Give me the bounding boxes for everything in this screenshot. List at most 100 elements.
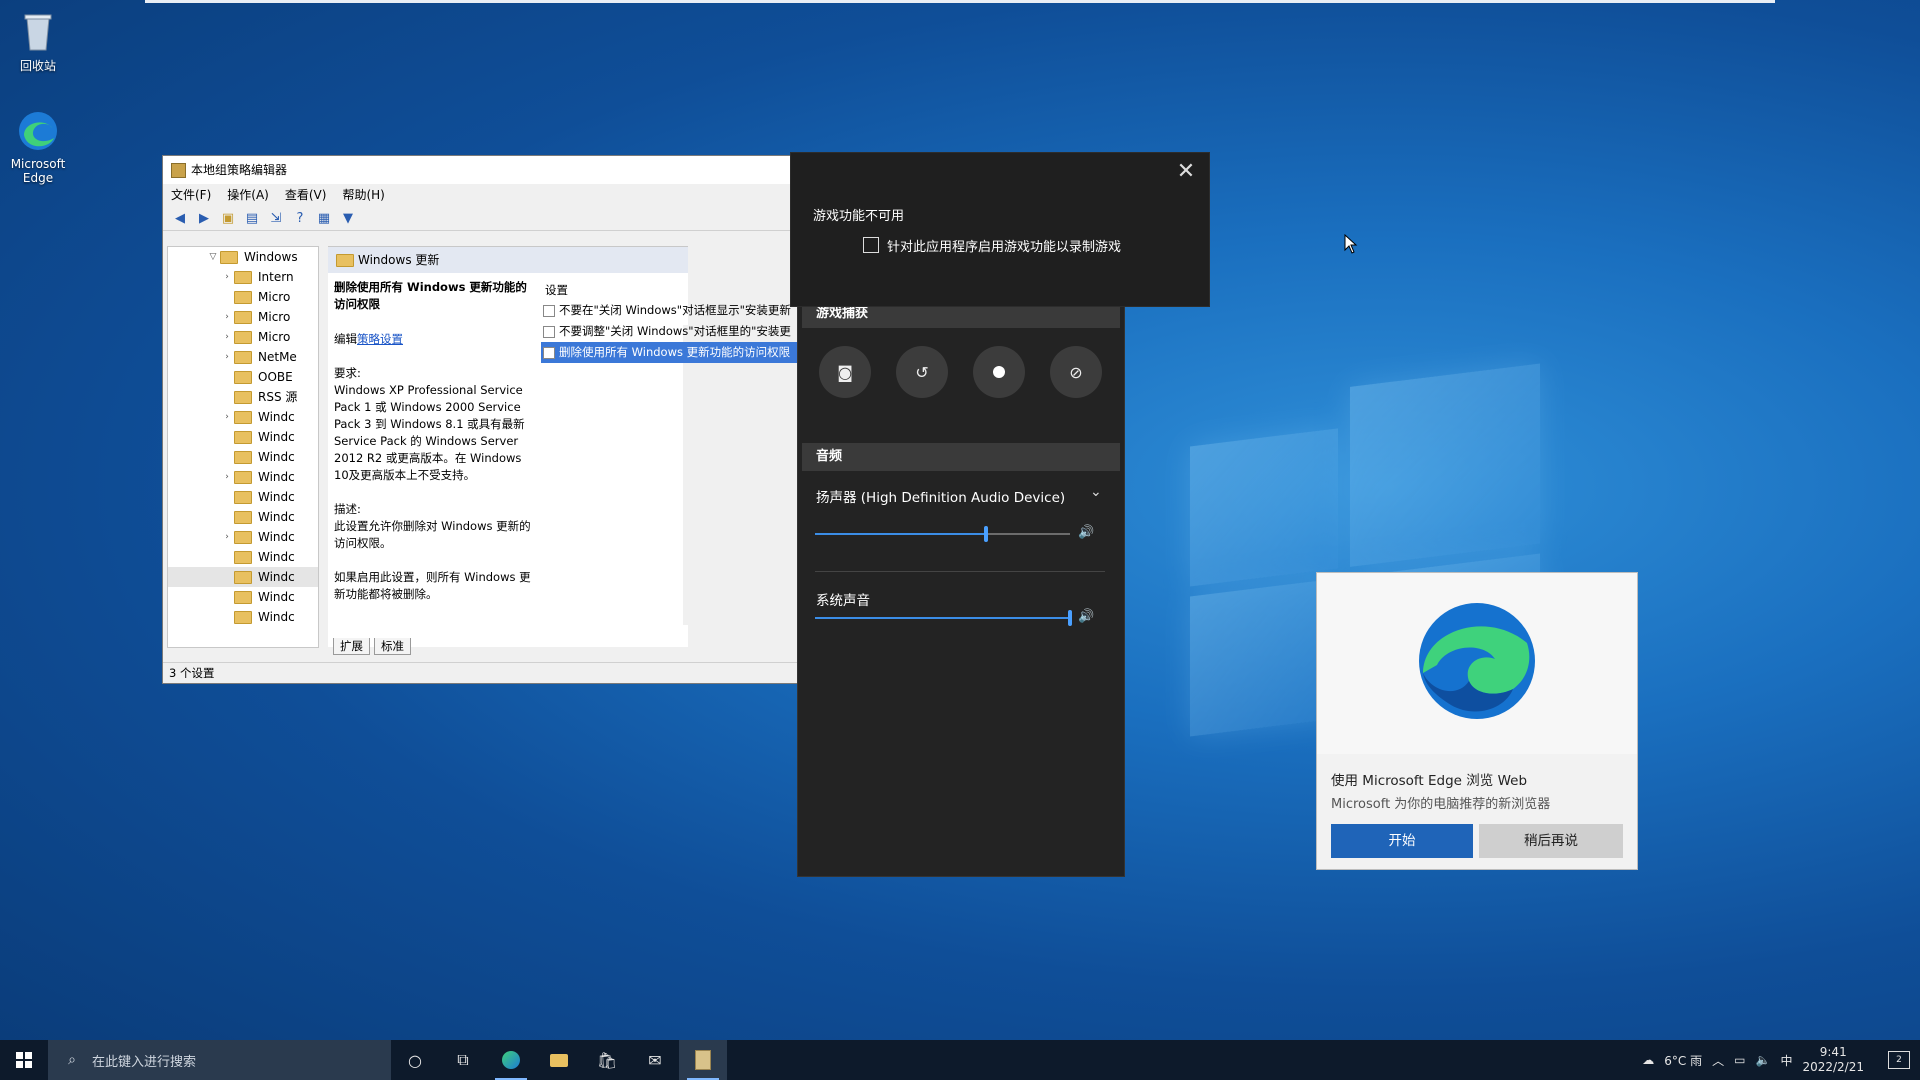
slider-thumb[interactable] [1068, 610, 1072, 626]
desc-scrollbar[interactable] [683, 325, 697, 625]
tree-item[interactable]: Windc [168, 587, 318, 607]
speaker-icon[interactable]: 🔊 [1078, 525, 1094, 540]
tree-item[interactable]: › NetMe [168, 347, 318, 367]
system-sounds-label: 系统声音 [816, 593, 870, 609]
desktop-icon-edge[interactable]: Microsoft Edge [0, 108, 78, 185]
slider-thumb[interactable] [984, 526, 988, 542]
start-button[interactable]: 开始 [1331, 824, 1473, 858]
system-volume-slider[interactable] [815, 610, 1072, 626]
tree-item[interactable]: › Windc [168, 407, 318, 427]
requirements-text: Windows XP Professional Service Pack 1 或… [334, 383, 525, 482]
taskbar-search[interactable]: ⌕ 在此键入进行搜索 [48, 1040, 391, 1080]
weather-icon[interactable]: ☁ [1642, 1053, 1654, 1067]
tree-item-selected[interactable]: Windc [168, 567, 318, 587]
later-button[interactable]: 稍后再说 [1479, 824, 1623, 858]
store-icon[interactable]: 🛍 [583, 1040, 631, 1080]
enable-gaming-checkbox[interactable] [863, 237, 879, 253]
notification-count: 2 [1896, 1055, 1902, 1065]
task-view-icon[interactable]: ⧉ [439, 1040, 487, 1080]
tree-item[interactable]: Windc [168, 607, 318, 627]
tree-item[interactable]: › Micro [168, 327, 318, 347]
setting-row[interactable]: 不要在"关闭 Windows"对话框显示"安装更新 [541, 300, 803, 321]
system-speaker-icon[interactable]: 🔊 [1078, 609, 1094, 624]
tree-item[interactable]: Windc [168, 487, 318, 507]
setting-row[interactable]: 不要调整"关闭 Windows"对话框里的"安装更 [541, 321, 803, 342]
speaker-volume-slider[interactable] [815, 526, 1070, 542]
menu-help[interactable]: 帮助(H) [342, 184, 384, 206]
audio-device-label: 扬声器 (High Definition Audio Device) [816, 490, 1066, 506]
window-title: 本地组策略编辑器 [191, 163, 288, 177]
slider-fill [815, 533, 986, 535]
edge-logo-area [1317, 573, 1637, 754]
filter-icon[interactable]: ▼ [339, 210, 357, 226]
tree-item[interactable]: ▽ Windows [168, 247, 318, 267]
tree-item[interactable]: › Windc [168, 467, 318, 487]
show-hide-tree-icon[interactable]: ▤ [243, 210, 261, 226]
file-explorer-icon[interactable] [535, 1040, 583, 1080]
description-text: 此设置允许你删除对 Windows 更新的访问权限。 [334, 519, 531, 550]
forward-icon[interactable]: ▶ [195, 210, 213, 226]
tree-item[interactable]: Windc [168, 427, 318, 447]
tree-item[interactable]: › Windc [168, 527, 318, 547]
popup-title: 游戏功能不可用 [813, 209, 905, 224]
tree-item[interactable]: › Micro [168, 307, 318, 327]
menu-file[interactable]: 文件(F) [171, 184, 211, 206]
tree-item[interactable]: RSS 源 [168, 387, 318, 407]
window-titlebar[interactable]: 本地组策略编辑器 [163, 156, 803, 184]
edge-taskbar-icon[interactable] [487, 1040, 535, 1080]
up-folder-icon[interactable]: ▣ [219, 210, 237, 226]
start-button[interactable] [0, 1040, 48, 1080]
close-icon[interactable]: ✕ [1171, 157, 1201, 187]
chevron-down-icon[interactable]: ⌄ [1090, 484, 1102, 500]
gpedit-taskbar-icon[interactable] [679, 1040, 727, 1080]
setting-row-selected[interactable]: 删除使用所有 Windows 更新功能的访问权限 [541, 342, 803, 363]
cortana-icon[interactable]: ○ [391, 1040, 439, 1080]
clock[interactable]: 9:41 2022/2/21 [1802, 1045, 1864, 1075]
settings-header[interactable]: 设置 [541, 280, 803, 300]
weather-text[interactable]: 6°C 雨 [1664, 1052, 1702, 1069]
notification-icon[interactable]: 2 [1888, 1051, 1910, 1069]
menu-action[interactable]: 操作(A) [227, 184, 269, 206]
desktop-icon-label: Microsoft Edge [10, 157, 66, 185]
edit-policy-link[interactable]: 策略设置 [357, 332, 403, 346]
tree-item[interactable]: Windc [168, 507, 318, 527]
pane-header: Windows 更新 [328, 247, 688, 273]
gpedit-window[interactable]: 本地组策略编辑器 文件(F) 操作(A) 查看(V) 帮助(H) ◀ ▶ ▣ ▤… [162, 155, 809, 684]
checkbox-label[interactable]: 针对此应用程序启用游戏功能以录制游戏 [887, 236, 1121, 255]
taskbar: ⌕ 在此键入进行搜索 ○ ⧉ 🛍 ✉ ☁ 6°C 雨 ︿ ▭ 🔈 中 9:41 … [0, 1040, 1920, 1080]
menu-bar: 文件(F) 操作(A) 查看(V) 帮助(H) [163, 184, 803, 206]
record-icon [993, 366, 1005, 378]
edit-prefix: 编辑 [334, 332, 357, 346]
clock-time: 9:41 [1819, 1045, 1847, 1059]
tree-item[interactable]: › Intern [168, 267, 318, 287]
menu-view[interactable]: 查看(V) [285, 184, 327, 206]
volume-icon[interactable]: 🔈 [1756, 1053, 1771, 1067]
policy-tree[interactable]: ▽ Windows › Intern Micro › Micro › Micro › Ne… [167, 246, 319, 648]
mic-off-icon: ⊘ [1069, 362, 1083, 382]
ime-indicator[interactable]: 中 [1780, 1052, 1792, 1069]
toast-subtitle: Microsoft 为你的电脑推荐的新浏览器 [1331, 797, 1551, 812]
network-icon[interactable]: ▭ [1734, 1053, 1745, 1067]
mouse-cursor-icon [1344, 234, 1358, 254]
chevron-up-icon[interactable]: ︿ [1712, 1052, 1724, 1069]
microphone-button[interactable]: ⊘ [1050, 346, 1102, 398]
help-icon[interactable]: ? [291, 210, 309, 226]
requirements-label: 要求: [334, 366, 361, 380]
export-list-icon[interactable]: ⇲ [267, 210, 285, 226]
screenshot-button[interactable]: ◙ [819, 346, 871, 398]
tree-item[interactable]: OOBE [168, 367, 318, 387]
record-button[interactable] [973, 346, 1025, 398]
tree-item[interactable]: Windc [168, 547, 318, 567]
edge-icon [15, 108, 61, 154]
replay-button[interactable]: ↺ [896, 346, 948, 398]
back-icon[interactable]: ◀ [171, 210, 189, 226]
properties-icon[interactable]: ▦ [315, 210, 333, 226]
desktop-icon-recycle-bin[interactable]: 回收站 [0, 8, 78, 74]
tree-item[interactable]: Micro [168, 287, 318, 307]
recycle-bin-icon [15, 8, 61, 54]
mail-icon[interactable]: ✉ [631, 1040, 679, 1080]
tree-item[interactable]: Windc [168, 447, 318, 467]
search-placeholder[interactable]: 在此键入进行搜索 [92, 1051, 196, 1070]
tab-extended[interactable]: 扩展 [333, 638, 370, 655]
tab-standard[interactable]: 标准 [374, 638, 411, 655]
